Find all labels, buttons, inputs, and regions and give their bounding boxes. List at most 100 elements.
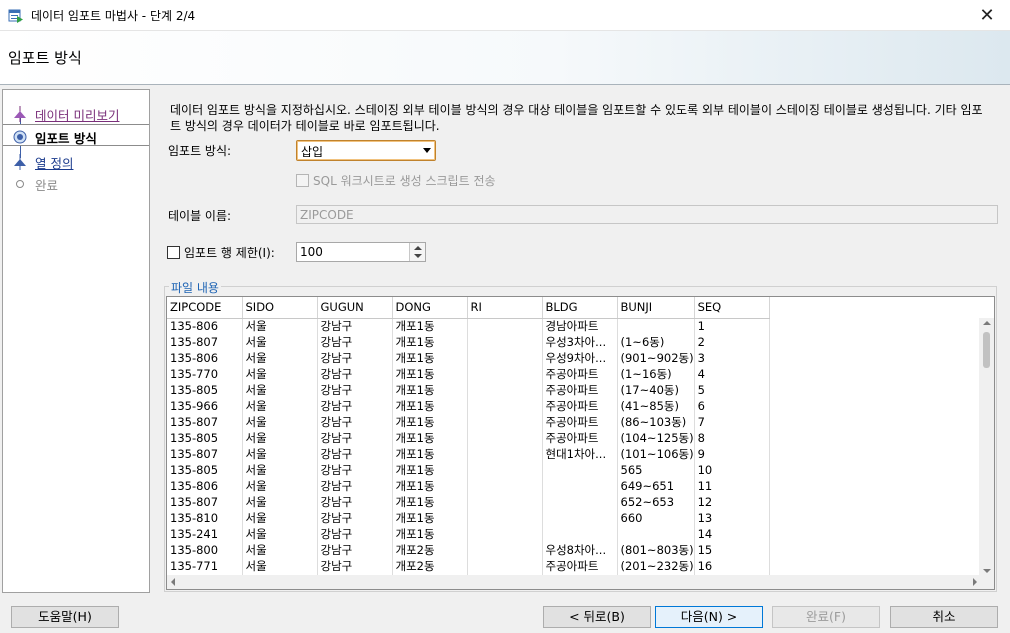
table-cell[interactable]: 주공아파트	[542, 414, 618, 430]
table-cell[interactable]: 12	[694, 494, 770, 510]
table-cell[interactable]: 강남구	[317, 462, 393, 478]
table-cell[interactable]: 개포1동	[392, 526, 468, 542]
table-cell[interactable]	[467, 318, 543, 334]
table-cell[interactable]: 135-807	[167, 494, 243, 510]
table-cell[interactable]: 경남아파트	[542, 318, 618, 334]
table-row[interactable]: 135-241 서울 강남구 개포1동 14	[167, 526, 770, 542]
table-cell[interactable]: 강남구	[317, 350, 393, 366]
table-cell[interactable]: (41~85동)	[617, 398, 695, 414]
table-cell[interactable]: 서울	[242, 542, 318, 558]
table-row[interactable]: 135-807 서울 강남구 개포1동 652~653 12	[167, 494, 770, 510]
horizontal-scrollbar[interactable]	[167, 575, 981, 589]
table-cell[interactable]: 개포1동	[392, 414, 468, 430]
table-cell[interactable]: 13	[694, 510, 770, 526]
scroll-right-icon[interactable]	[973, 578, 977, 586]
table-cell[interactable]: (1~16동)	[617, 366, 695, 382]
table-cell[interactable]: 강남구	[317, 510, 393, 526]
table-cell[interactable]: (17~40동)	[617, 382, 695, 398]
spin-up-icon[interactable]	[414, 246, 422, 250]
table-row[interactable]: 135-810 서울 강남구 개포1동 660 13	[167, 510, 770, 526]
step-data-preview[interactable]: 데이터 미리보기	[3, 102, 149, 124]
table-cell[interactable]	[467, 334, 543, 350]
table-row[interactable]: 135-807 서울 강남구 개포1동 우성3차아... (1~6동) 2	[167, 334, 770, 350]
table-cell[interactable]	[467, 510, 543, 526]
step-import-method[interactable]: 임포트 방식	[3, 124, 149, 146]
step-column-definition[interactable]: 열 정의	[3, 150, 149, 172]
spin-down-icon[interactable]	[414, 254, 422, 258]
table-cell[interactable]: 1	[694, 318, 770, 334]
table-cell[interactable]: 서울	[242, 350, 318, 366]
table-cell[interactable]: 강남구	[317, 446, 393, 462]
table-cell[interactable]: 개포1동	[392, 382, 468, 398]
table-cell[interactable]: 6	[694, 398, 770, 414]
column-header[interactable]: BLDG	[542, 297, 618, 319]
table-cell[interactable]	[467, 366, 543, 382]
table-cell[interactable]: 개포1동	[392, 510, 468, 526]
table-cell[interactable]: 개포2동	[392, 542, 468, 558]
spinner-buttons[interactable]	[409, 243, 425, 261]
table-cell[interactable]	[467, 350, 543, 366]
file-contents-grid[interactable]: ZIPCODE SIDO GUGUN DONG RI BLDG BUNJI SE…	[166, 296, 995, 590]
table-cell[interactable]	[617, 526, 695, 542]
table-cell[interactable]: 서울	[242, 318, 318, 334]
table-cell[interactable]: 서울	[242, 526, 318, 542]
table-cell[interactable]: 4	[694, 366, 770, 382]
table-cell[interactable]: 135-805	[167, 382, 243, 398]
table-cell[interactable]: 135-770	[167, 366, 243, 382]
table-cell[interactable]: 개포2동	[392, 558, 468, 574]
table-cell[interactable]: 강남구	[317, 318, 393, 334]
table-cell[interactable]: 서울	[242, 382, 318, 398]
scroll-left-icon[interactable]	[171, 578, 175, 586]
table-cell[interactable]: 135-806	[167, 350, 243, 366]
table-cell[interactable]: 135-807	[167, 334, 243, 350]
table-cell[interactable]: 135-810	[167, 510, 243, 526]
scroll-up-icon[interactable]	[983, 321, 991, 325]
row-limit-spinner[interactable]: 100	[296, 242, 426, 262]
column-header[interactable]: SIDO	[242, 297, 318, 319]
table-cell[interactable]	[467, 478, 543, 494]
table-cell[interactable]: 135-805	[167, 462, 243, 478]
table-row[interactable]: 135-806 서울 강남구 개포1동 649~651 11	[167, 478, 770, 494]
table-cell[interactable]: 서울	[242, 446, 318, 462]
table-cell[interactable]: 15	[694, 542, 770, 558]
table-cell[interactable]: 서울	[242, 430, 318, 446]
table-cell[interactable]: 우성9차아...	[542, 350, 618, 366]
table-cell[interactable]	[467, 494, 543, 510]
table-cell[interactable]: 서울	[242, 462, 318, 478]
table-cell[interactable]: 9	[694, 446, 770, 462]
table-row[interactable]: 135-805 서울 강남구 개포1동 565 10	[167, 462, 770, 478]
table-cell[interactable]: 14	[694, 526, 770, 542]
table-cell[interactable]: 서울	[242, 414, 318, 430]
table-row[interactable]: 135-771 서울 강남구 개포2동 주공아파트 (201~232동) 16	[167, 558, 770, 574]
table-cell[interactable]: 11	[694, 478, 770, 494]
table-cell[interactable]: 7	[694, 414, 770, 430]
table-row[interactable]: 135-806 서울 강남구 개포1동 경남아파트 1	[167, 318, 770, 334]
table-cell[interactable]: 강남구	[317, 558, 393, 574]
table-cell[interactable]: 강남구	[317, 542, 393, 558]
table-cell[interactable]	[467, 430, 543, 446]
scroll-down-icon[interactable]	[983, 569, 991, 573]
table-cell[interactable]: (1~6동)	[617, 334, 695, 350]
table-cell[interactable]: 135-807	[167, 446, 243, 462]
column-header[interactable]: BUNJI	[617, 297, 695, 319]
table-cell[interactable]	[467, 398, 543, 414]
table-row[interactable]: 135-806 서울 강남구 개포1동 우성9차아... (901~902동) 3	[167, 350, 770, 366]
table-cell[interactable]: 개포1동	[392, 478, 468, 494]
table-cell[interactable]	[467, 542, 543, 558]
table-cell[interactable]: 강남구	[317, 382, 393, 398]
table-row[interactable]: 135-805 서울 강남구 개포1동 주공아파트 (104~125동) 8	[167, 430, 770, 446]
table-cell[interactable]	[542, 494, 618, 510]
table-cell[interactable]: 개포1동	[392, 462, 468, 478]
table-cell[interactable]: 2	[694, 334, 770, 350]
table-cell[interactable]: 서울	[242, 494, 318, 510]
column-header[interactable]: GUGUN	[317, 297, 393, 319]
table-cell[interactable]: 135-241	[167, 526, 243, 542]
table-cell[interactable]: 주공아파트	[542, 366, 618, 382]
table-cell[interactable]	[542, 526, 618, 542]
table-cell[interactable]: 135-805	[167, 430, 243, 446]
table-cell[interactable]: 135-807	[167, 414, 243, 430]
table-cell[interactable]: 서울	[242, 558, 318, 574]
row-limit-checkbox[interactable]	[167, 246, 180, 259]
table-cell[interactable]: 강남구	[317, 366, 393, 382]
column-header[interactable]: DONG	[392, 297, 468, 319]
